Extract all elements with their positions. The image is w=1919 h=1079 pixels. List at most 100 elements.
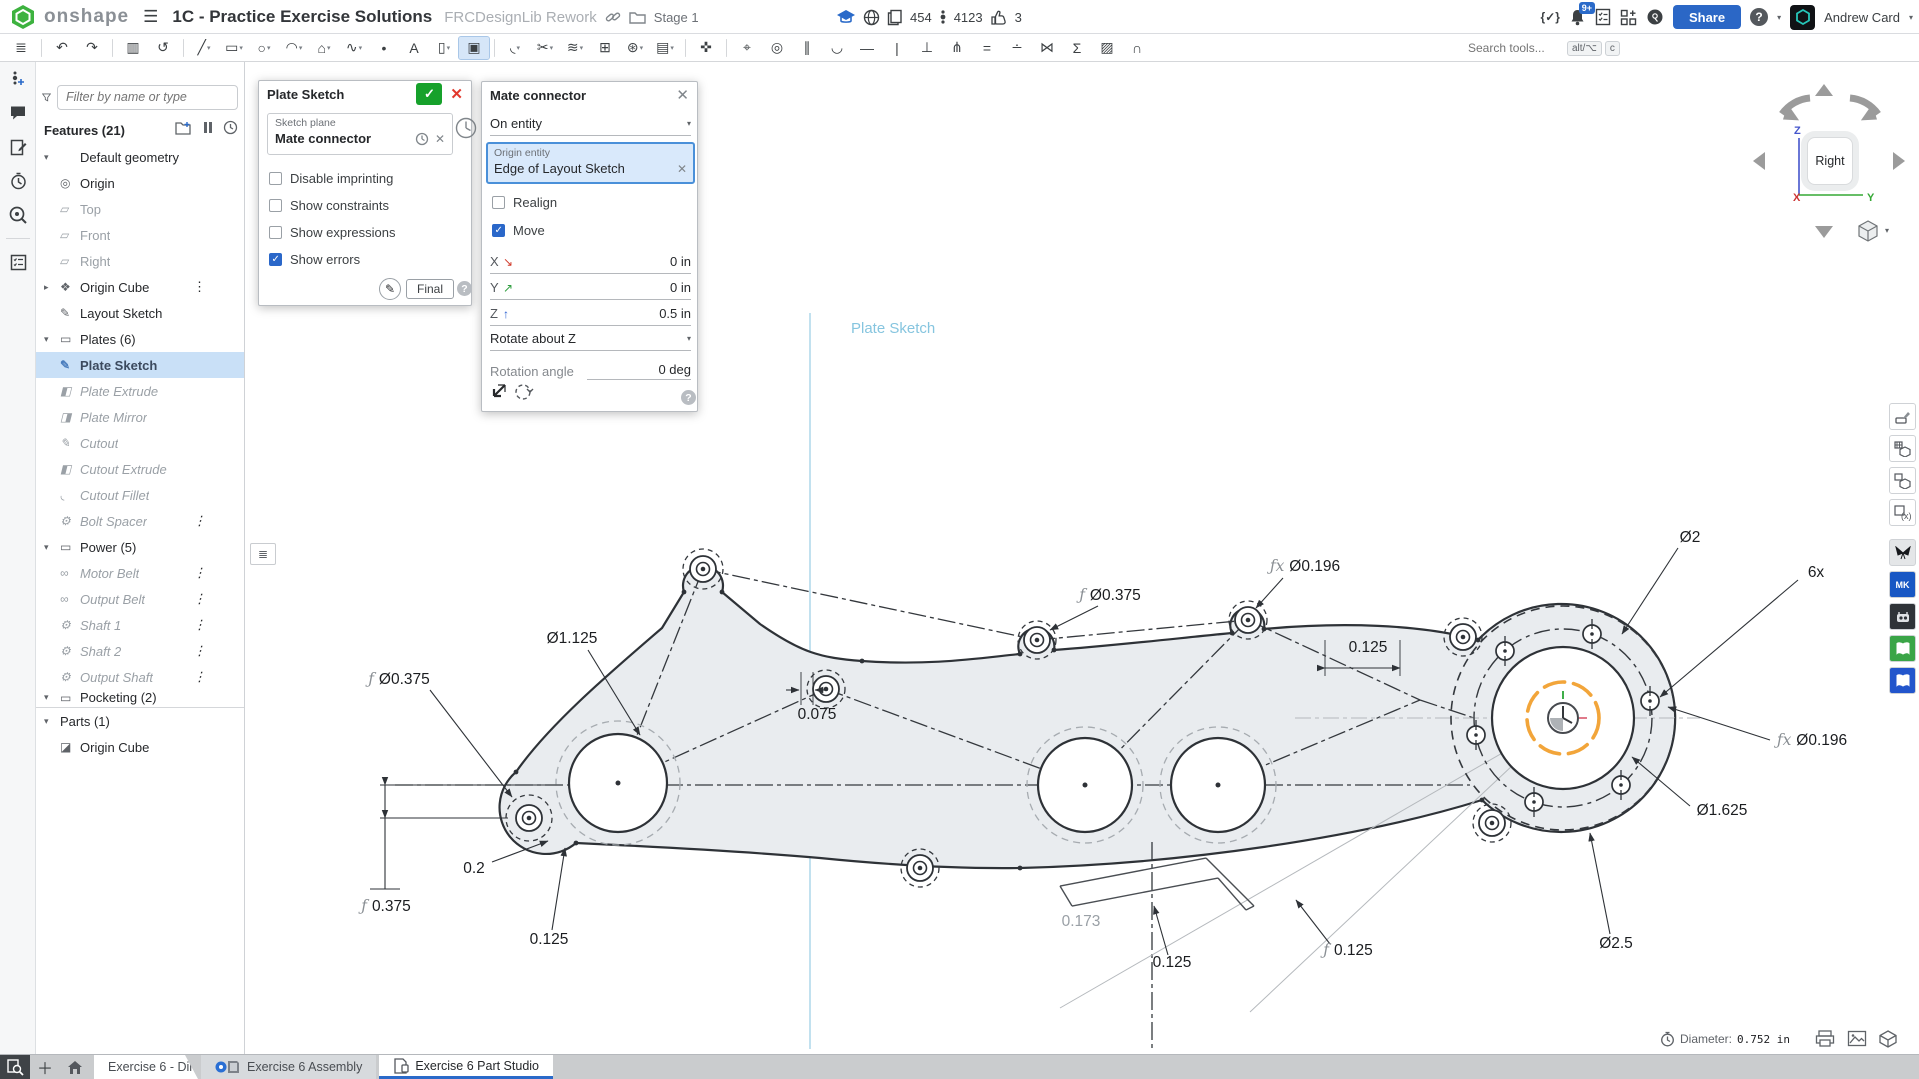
feature-tree-item[interactable]: ✎ Layout Sketch	[36, 300, 244, 326]
toolbar-tool[interactable]: ✂ ▾	[530, 37, 560, 59]
toolbar-tool[interactable]: ◠ ▾	[279, 37, 309, 59]
tool-caret-icon[interactable]: ▾	[239, 44, 243, 52]
tool-caret-icon[interactable]: ▾	[447, 44, 451, 52]
feature-tree-item[interactable]: ◟ Cutout Fillet	[36, 482, 244, 508]
toolbar-tool[interactable]: ◟ ▾	[500, 37, 530, 59]
entity-mode-dropdown[interactable]: On entity ▾	[490, 112, 691, 136]
dimension-label[interactable]: ƒ Ø0.375	[365, 670, 430, 688]
onshape-logo-icon[interactable]	[10, 4, 36, 30]
toolbar-tool[interactable]: =	[972, 37, 1002, 59]
butterfly-app-icon[interactable]	[1889, 539, 1916, 566]
feature-tree-item[interactable]: ◧ Cutout Extrude	[36, 456, 244, 482]
view-right-arrow[interactable]	[1893, 152, 1905, 170]
dimension-label[interactable]: 0.2	[463, 860, 485, 877]
feature-tree-item[interactable]: ▱ Top	[36, 196, 244, 222]
view-cube[interactable]: Right Z X Y ▾	[1745, 72, 1919, 257]
view-down-arrow[interactable]	[1815, 226, 1833, 238]
new-folder-icon[interactable]	[175, 121, 193, 140]
part-tree-item[interactable]: ◪ Origin Cube	[36, 734, 244, 760]
toolbar-tool[interactable]: ↷	[77, 37, 107, 59]
filter-icon[interactable]	[42, 90, 51, 105]
toolbar-tool[interactable]: |	[882, 37, 912, 59]
toolbar-tool[interactable]: ↶	[47, 37, 77, 59]
feature-tree-item[interactable]: ✎ Plate Sketch	[36, 352, 244, 378]
new-tab-button[interactable]: ＋	[30, 1055, 60, 1079]
dimension-label[interactable]: 0.173	[1062, 913, 1101, 930]
home-icon[interactable]	[60, 1055, 90, 1079]
rotate-about-dropdown[interactable]: Rotate about Z ▾	[490, 327, 691, 351]
toolbar-tool[interactable]: ▤ ▾	[650, 37, 680, 59]
robot-app-icon[interactable]	[1889, 603, 1916, 630]
cube-view-icon[interactable]	[1857, 220, 1879, 242]
mate-connector-dots-icon[interactable]: ⋮	[193, 591, 206, 607]
configurations-icon[interactable]	[1889, 467, 1916, 494]
search-tools[interactable]: alt/⌥ c	[1468, 38, 1636, 58]
feature-tree-item[interactable]: ∞ Output Belt ⋮	[36, 586, 244, 612]
dialog-checkbox[interactable]: Show constraints	[269, 198, 389, 213]
tool-caret-icon[interactable]: ▾	[207, 44, 211, 52]
toolbar-tool[interactable]: ◡	[822, 37, 852, 59]
clear-field-icon[interactable]: ✕	[677, 162, 687, 176]
search-model-icon[interactable]	[0, 198, 36, 232]
copies-icon[interactable]	[887, 9, 903, 26]
rotation-angle-value[interactable]: 0 deg	[587, 362, 691, 380]
toolbar-tool[interactable]: ▣	[459, 37, 489, 59]
custom-feature-icon[interactable]	[0, 130, 36, 164]
share-button[interactable]: Share	[1673, 5, 1741, 29]
feature-tree-item[interactable]: ◧ Plate Extrude	[36, 378, 244, 404]
history-icon[interactable]	[0, 164, 36, 198]
feature-tree-item[interactable]: ▱ Front	[36, 222, 244, 248]
toolbar-tool[interactable]: ╱ ▾	[189, 37, 219, 59]
likes-icon[interactable]	[990, 9, 1008, 26]
feature-tree-item[interactable]: ▾ ▭ Pocketing (2)	[36, 690, 244, 705]
dimension-label[interactable]: ƒx Ø0.196	[1267, 557, 1340, 575]
toolbar-tool[interactable]	[112, 39, 113, 57]
dialog-help-icon[interactable]: ?	[457, 281, 472, 296]
dialog-checkbox[interactable]: Show errors	[269, 252, 360, 267]
toolbar-tool[interactable]: —	[852, 37, 882, 59]
toolbar-tool[interactable]: ◎	[762, 37, 792, 59]
axis-offset-field[interactable]: Y ↗ 0 in	[490, 276, 691, 300]
tool-caret-icon[interactable]: ▾	[550, 44, 554, 52]
feature-tree-item[interactable]: ◨ Plate Mirror	[36, 404, 244, 430]
cancel-button[interactable]: ✕	[450, 85, 463, 103]
toolbar-tool[interactable]: •	[369, 37, 399, 59]
flip-axis-icon[interactable]	[488, 382, 508, 402]
toolbar-tool[interactable]: ⌖	[732, 37, 762, 59]
chevron-icon[interactable]: ▾	[44, 152, 60, 163]
cube-icon[interactable]	[1879, 1030, 1897, 1048]
mate-connector-dots-icon[interactable]: ⋮	[193, 279, 206, 295]
toolbar-tool[interactable]: ⋈	[1032, 37, 1062, 59]
document-search-icon[interactable]	[0, 1055, 30, 1079]
feature-tree-item[interactable]: ▾ ▭ Plates (6)	[36, 326, 244, 352]
user-name[interactable]: Andrew Card	[1824, 10, 1900, 25]
realign-checkbox[interactable]: Realign	[492, 195, 557, 210]
dialog-checkbox[interactable]: Disable imprinting	[269, 171, 393, 186]
feature-tree-item[interactable]: ⚙ Output Shaft ⋮	[36, 664, 244, 690]
clear-field-icon[interactable]: ✕	[435, 132, 445, 146]
toolbar-tool[interactable]: ○ ▾	[249, 37, 279, 59]
move-checkbox[interactable]: Move	[492, 223, 545, 238]
tool-caret-icon[interactable]: ▾	[580, 44, 584, 52]
tool-caret-icon[interactable]: ▾	[267, 44, 271, 52]
dropdown-caret-icon[interactable]: ▾	[687, 334, 691, 343]
final-button[interactable]: Final	[406, 279, 454, 299]
workspace-name[interactable]: Stage 1	[654, 10, 699, 25]
toolbar-tool[interactable]	[494, 39, 495, 57]
link-icon[interactable]	[605, 9, 621, 25]
mate-connector-dots-icon[interactable]: ⋮	[193, 617, 206, 633]
feature-tree-item[interactable]: ✎ Cutout	[36, 430, 244, 456]
toolbar-tool[interactable]	[726, 39, 727, 57]
variables-icon[interactable]: (x)	[1889, 499, 1916, 526]
education-icon[interactable]	[836, 9, 856, 25]
mate-connector-circle-icon[interactable]	[455, 117, 477, 139]
dimension-label[interactable]: ƒ Ø0.375	[1076, 586, 1141, 604]
tool-caret-icon[interactable]: ▾	[640, 44, 644, 52]
chevron-icon[interactable]: ▾	[44, 716, 60, 727]
toolbar-tool[interactable]: ▨	[1092, 37, 1122, 59]
image-icon[interactable]	[1847, 1030, 1867, 1047]
help-caret-icon[interactable]: ▾	[1777, 13, 1781, 22]
dimension-label[interactable]: ƒ 0.125	[1320, 941, 1372, 959]
view-up-arrow[interactable]	[1815, 84, 1833, 96]
feature-tree-item[interactable]: ∞ Motor Belt ⋮	[36, 560, 244, 586]
